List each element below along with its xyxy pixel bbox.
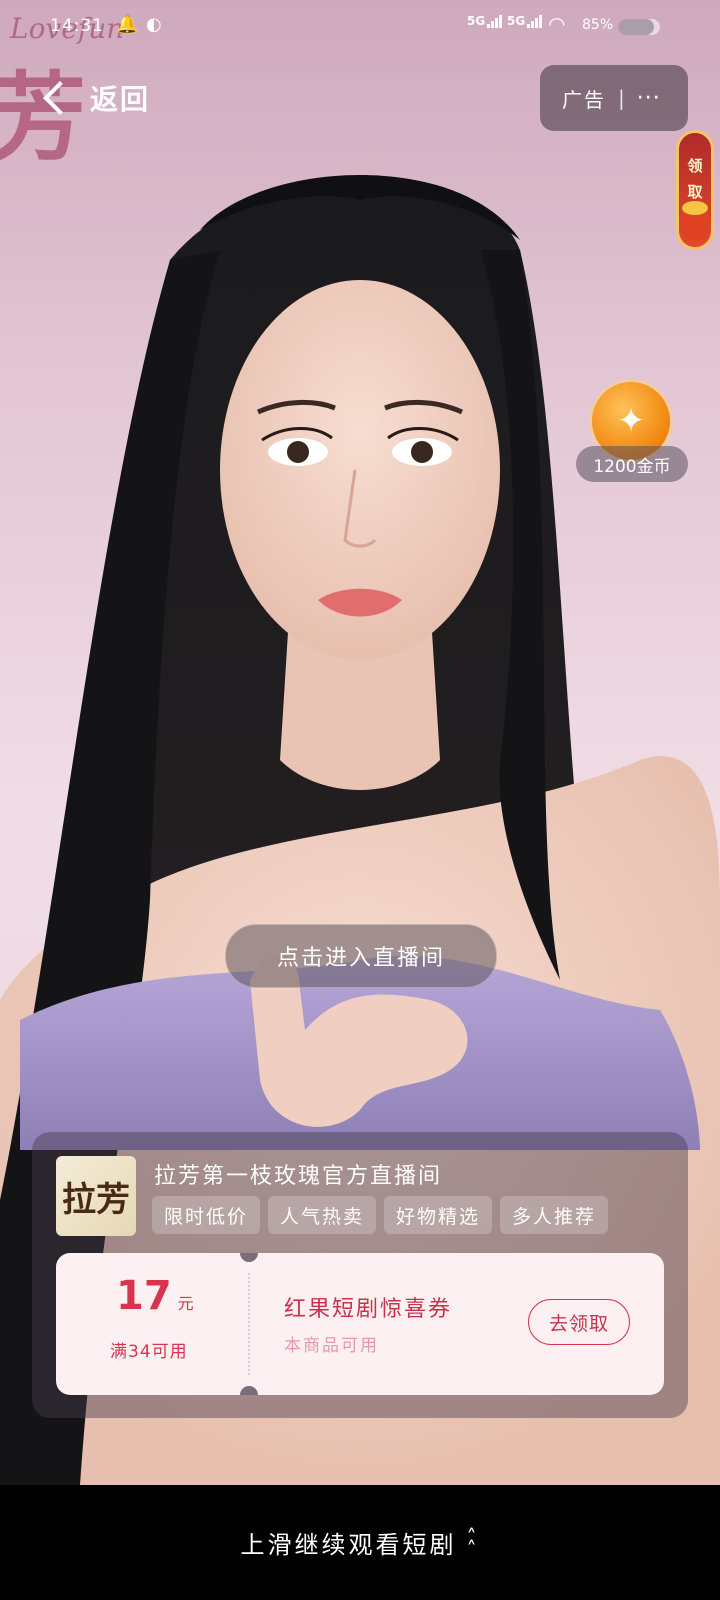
coupon-subtitle: 本商品可用 <box>284 1336 379 1356</box>
claim-badge-label: 领取 <box>687 157 703 201</box>
ad-label: 广告 <box>562 87 606 112</box>
back-label: 返回 <box>90 83 151 116</box>
coupon-condition: 满34可用 <box>110 1342 188 1362</box>
coupon-notch <box>240 1386 258 1395</box>
coin-pot-icon <box>682 201 708 241</box>
shop-tag: 好物精选 <box>384 1196 493 1234</box>
shop-tag: 人气热卖 <box>268 1196 377 1234</box>
wifi-icon: ◠ <box>548 12 566 36</box>
coupon-amount: 17 元 <box>116 1273 194 1319</box>
status-time: 14:31 <box>50 16 104 36</box>
back-button[interactable]: 返回 <box>40 78 150 118</box>
claim-coupon-button[interactable]: 去领取 <box>528 1299 630 1345</box>
sparkle-icon: ✦ <box>616 401 646 441</box>
coupon-title: 红果短剧惊喜券 <box>284 1297 453 1322</box>
ad-video-stage[interactable]: Lovefun 芳 14:31 🔔 ◐ 5G 5G ◠ 85% 返回 广告 | … <box>0 0 720 1485</box>
status-bar: 14:31 🔔 ◐ 5G 5G ◠ 85% <box>0 0 720 52</box>
app-notification-icon: ◐ <box>146 14 162 35</box>
ad-separator: | <box>618 86 625 110</box>
qq-notification-icon: 🔔 <box>116 14 139 35</box>
swipe-up-hint[interactable]: 上滑继续观看短剧 ˄ ˄ <box>0 1485 720 1600</box>
signal-icon: 5G <box>467 14 503 28</box>
claim-reward-badge[interactable]: 领取 <box>676 130 714 250</box>
shop-tag: 限时低价 <box>152 1196 261 1234</box>
shop-name[interactable]: 拉芳第一枝玫瑰官方直播间 <box>154 1158 442 1190</box>
battery-icon <box>618 19 660 35</box>
more-options-button[interactable]: ··· <box>637 86 661 111</box>
enter-live-room-button[interactable]: 点击进入直播间 <box>225 924 497 988</box>
coupon-card[interactable]: 17 元 满34可用 红果短剧惊喜券 本商品可用 去领取 <box>56 1253 664 1395</box>
coin-reward-label: 1200金币 <box>576 446 688 482</box>
coupon-unit: 元 <box>177 1294 194 1313</box>
swipe-up-label: 上滑继续观看短剧 <box>240 1531 457 1559</box>
signal-icon: 5G <box>507 14 543 28</box>
chevron-left-icon <box>43 81 77 115</box>
coupon-notch <box>240 1253 258 1262</box>
shop-tag: 多人推荐 <box>500 1196 609 1234</box>
coupon-divider <box>248 1273 250 1375</box>
shop-tags: 限时低价 人气热卖 好物精选 多人推荐 <box>152 1196 609 1234</box>
double-chevron-up-icon: ˄ ˄ <box>466 1524 480 1561</box>
shop-logo[interactable]: 拉芳 <box>56 1156 136 1236</box>
battery-percent: 85% <box>582 17 614 33</box>
ad-capsule: 广告 | ··· <box>540 65 688 131</box>
